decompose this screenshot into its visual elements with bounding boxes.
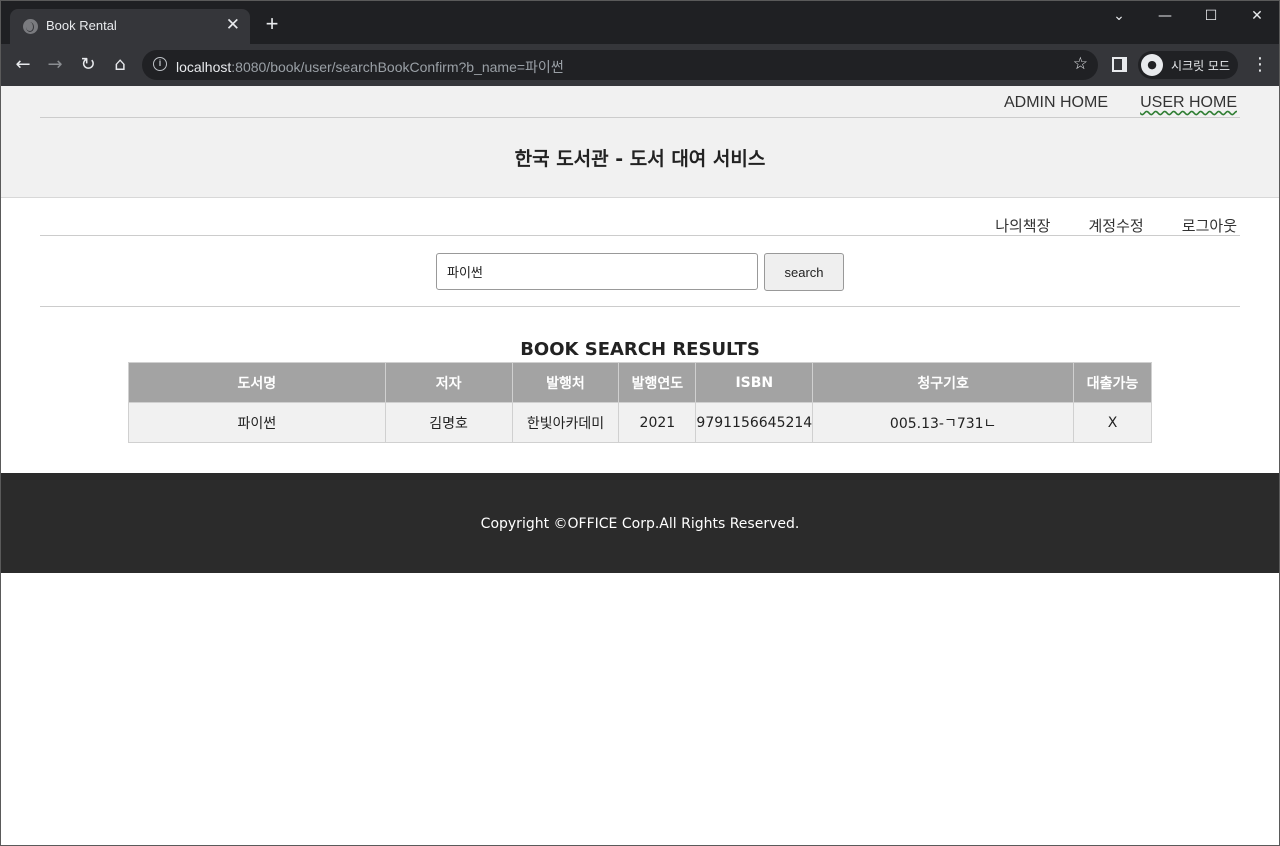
tab-bar: Book Rental ✕ + ⌄ — ☐ ✕ — [1, 1, 1279, 44]
column-header: 도서명 — [128, 362, 386, 403]
tab-title: Book Rental — [46, 18, 117, 33]
home-icon[interactable]: ⌂ — [108, 53, 132, 77]
site-info-icon[interactable]: i — [153, 57, 167, 71]
user-nav: 나의책장 계정수정 로그아웃 — [962, 215, 1237, 236]
close-window-button[interactable]: ✕ — [1237, 5, 1277, 29]
cell-book-title: 파이썬 — [128, 402, 386, 443]
search-button[interactable]: search — [764, 253, 844, 291]
close-tab-icon[interactable]: ✕ — [226, 15, 240, 35]
url-path: :8080/book/user/searchBookConfirm?b_name… — [231, 59, 564, 75]
nav-divider — [40, 235, 1240, 236]
table-header-row: 도서명 저자 발행처 발행연도 ISBN 청구기호 대출가능 — [128, 362, 1152, 403]
cell-isbn: 9791156645214 — [695, 402, 814, 443]
table-row: 파이썬 김명호 한빛아카데미 2021 9791156645214 005.13… — [128, 402, 1152, 443]
address-bar[interactable]: i localhost:8080/book/user/searchBookCon… — [142, 50, 1098, 80]
admin-home-link[interactable]: ADMIN HOME — [1004, 94, 1108, 111]
browser-toolbar: ← → ↻ ⌂ i localhost:8080/book/user/searc… — [1, 44, 1279, 86]
logout-link[interactable]: 로그아웃 — [1182, 217, 1237, 235]
my-bookshelf-link[interactable]: 나의책장 — [995, 217, 1050, 235]
column-header: ISBN — [695, 362, 814, 403]
reload-icon[interactable]: ↻ — [76, 53, 100, 77]
header-divider — [40, 117, 1240, 118]
incognito-icon: ● — [1141, 54, 1163, 76]
column-header: 발행처 — [511, 362, 620, 403]
tab-search-icon[interactable]: ⌄ — [1099, 5, 1139, 29]
maximize-button[interactable]: ☐ — [1191, 5, 1231, 29]
cell-year: 2021 — [618, 402, 697, 443]
tab-book-rental[interactable]: Book Rental ✕ — [10, 9, 250, 44]
cell-call-number: 005.13-ㄱ731ㄴ — [812, 402, 1075, 443]
globe-icon — [23, 19, 38, 34]
site-header: ADMIN HOME USER HOME 한국 도서관 - 도서 대여 서비스 — [1, 86, 1279, 198]
results-title: BOOK SEARCH RESULTS — [520, 339, 760, 360]
column-header: 발행연도 — [618, 362, 697, 403]
profile-label: 시크릿 모드 — [1171, 59, 1231, 73]
cell-publisher: 한빛아카데미 — [511, 402, 620, 443]
bookmark-star-icon[interactable]: ☆ — [1073, 54, 1088, 74]
admin-links: ADMIN HOME USER HOME — [977, 92, 1237, 112]
browser-window: Book Rental ✕ + ⌄ — ☐ ✕ ← → ↻ ⌂ i localh… — [0, 0, 1280, 846]
browser-menu-icon[interactable]: ⋮ — [1251, 54, 1269, 76]
column-header: 청구기호 — [812, 362, 1075, 403]
new-tab-button[interactable]: + — [262, 13, 282, 35]
cell-author: 김명호 — [384, 402, 513, 443]
forward-icon[interactable]: → — [43, 53, 67, 77]
side-panel-icon[interactable] — [1112, 57, 1127, 72]
cell-availability: X — [1073, 402, 1152, 443]
column-header: 대출가능 — [1073, 362, 1152, 403]
edit-account-link[interactable]: 계정수정 — [1089, 217, 1144, 235]
search-input[interactable] — [436, 253, 758, 290]
minimize-button[interactable]: — — [1145, 5, 1185, 29]
column-header: 저자 — [384, 362, 513, 403]
back-icon[interactable]: ← — [11, 53, 35, 77]
site-footer: Copyright ©OFFICE Corp.All Rights Reserv… — [1, 473, 1279, 573]
results-table: 도서명 저자 발행처 발행연도 ISBN 청구기호 대출가능 파이썬 김명호 한… — [128, 362, 1152, 443]
url-host: localhost — [176, 59, 232, 75]
url-text: localhost:8080/book/user/searchBookConfi… — [176, 57, 564, 77]
page-viewport: ADMIN HOME USER HOME 한국 도서관 - 도서 대여 서비스 … — [1, 86, 1279, 845]
site-title: 한국 도서관 - 도서 대여 서비스 — [514, 148, 766, 170]
incognito-profile-button[interactable]: ● 시크릿 모드 — [1138, 51, 1238, 79]
user-home-link[interactable]: USER HOME — [1140, 94, 1237, 111]
copyright-text: Copyright ©OFFICE Corp.All Rights Reserv… — [480, 516, 800, 532]
search-divider — [40, 306, 1240, 307]
